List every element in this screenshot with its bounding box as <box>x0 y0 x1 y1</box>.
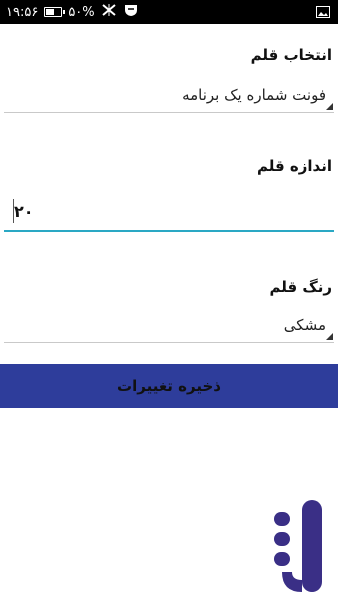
dropdown-arrow-icon <box>326 103 333 110</box>
size-label: اندازه قلم <box>257 157 332 175</box>
dropdown-arrow-icon <box>326 333 333 340</box>
shield-icon <box>123 3 139 21</box>
battery-icon <box>44 7 66 17</box>
color-label: رنگ قلم <box>269 278 332 296</box>
settings-screen: انتخاب قلم فونت شماره یک برنامه اندازه ق… <box>0 24 338 600</box>
save-button-label: ذخیره تغییرات <box>117 377 221 395</box>
battery-percent: ۵۰% <box>68 4 95 20</box>
app-logo-icon <box>268 500 324 600</box>
save-button[interactable]: ذخیره تغییرات <box>0 364 338 408</box>
status-right <box>316 0 330 24</box>
color-spinner-value: مشکی <box>283 316 326 334</box>
font-spinner-value: فونت شماره یک برنامه <box>182 86 326 104</box>
signal-muted-icon <box>101 3 117 21</box>
gallery-notification-icon <box>316 3 330 22</box>
size-input-value: ۲۰ <box>14 202 34 221</box>
clock: ۱۹:۵۶ <box>6 4 39 20</box>
font-spinner[interactable]: فونت شماره یک برنامه <box>4 82 334 113</box>
status-left: ۱۹:۵۶ ۵۰% <box>6 0 139 24</box>
color-spinner[interactable]: مشکی <box>4 312 334 343</box>
size-input[interactable]: ۲۰ <box>4 196 334 232</box>
status-bar: ۱۹:۵۶ ۵۰% <box>0 0 338 24</box>
font-label: انتخاب قلم <box>250 46 332 64</box>
